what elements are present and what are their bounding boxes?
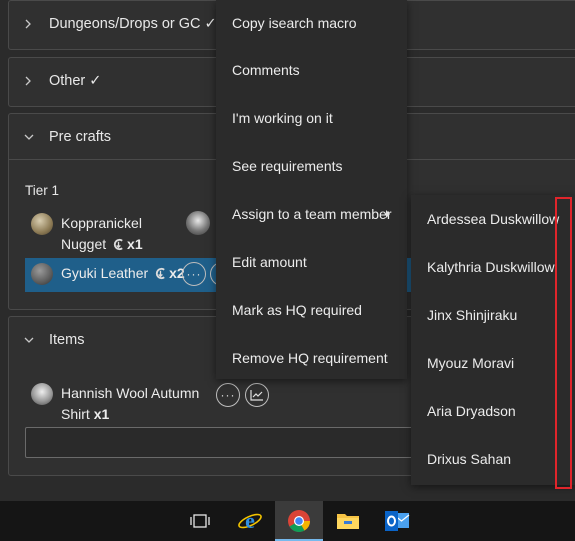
chevron-down-icon	[23, 132, 49, 142]
member-drixus[interactable]: Drixus Sahan	[411, 435, 575, 483]
member-myouz[interactable]: Myouz Moravi	[411, 339, 575, 387]
more-button[interactable]: ···	[182, 262, 206, 286]
member-name: Jinx Shinjiraku	[427, 307, 518, 323]
chrome-icon[interactable]	[275, 501, 323, 541]
menu-item-working-on-it[interactable]: I'm working on it	[216, 94, 407, 142]
menu-item-see-requirements[interactable]: See requirements	[216, 142, 407, 190]
item-name-line1: Koppranickel	[61, 215, 142, 231]
item-name: Gyuki Leather x2	[61, 263, 185, 284]
more-dots: ···	[186, 267, 202, 281]
item-name: Hannish Wool Autumn Shirt x1	[61, 383, 199, 425]
chevron-down-icon	[23, 335, 49, 345]
menu-item-label: Comments	[232, 62, 300, 78]
member-ardessea[interactable]: Ardessea Duskwillow	[411, 195, 575, 243]
leather-icon	[31, 263, 53, 285]
menu-item-label: Remove HQ requirement	[232, 350, 388, 366]
menu-item-remove-hq[interactable]: Remove HQ requirement	[216, 334, 407, 382]
menu-item-label: Assign to a team member	[232, 206, 392, 222]
context-menu: Copy isearch macro Comments I'm working …	[216, 0, 407, 379]
member-kalythria[interactable]: Kalythria Duskwillow	[411, 243, 575, 291]
chart-icon	[250, 390, 263, 401]
section-items-label: Items	[49, 332, 85, 348]
member-aria[interactable]: Aria Dryadson	[411, 387, 575, 435]
menu-item-assign-member[interactable]: Assign to a team member	[216, 190, 407, 238]
list-item[interactable]: Koppranickel Nugget x1	[31, 213, 143, 255]
chevron-right-icon	[23, 75, 49, 87]
item-name-line1: Hannish Wool Autumn	[61, 385, 200, 401]
more-dots: ···	[220, 388, 236, 402]
item-name: Koppranickel Nugget x1	[61, 213, 143, 255]
menu-item-mark-hq[interactable]: Mark as HQ required	[216, 286, 407, 334]
section-other-label: Other ✓	[49, 73, 102, 89]
internet-explorer-icon[interactable]: e	[226, 501, 274, 541]
chart-button[interactable]	[245, 383, 269, 407]
item-qty: x1	[127, 236, 143, 252]
menu-item-comments[interactable]: Comments	[216, 46, 407, 94]
menu-item-label: Mark as HQ required	[232, 302, 362, 318]
hq-icon	[113, 238, 123, 251]
section-dungeons-label: Dungeons/Drops or GC ✓	[49, 16, 217, 32]
member-name: Kalythria Duskwillow	[427, 259, 555, 275]
outlook-icon[interactable]	[373, 501, 421, 541]
shirt-icon	[31, 383, 53, 405]
team-member-submenu: Ardessea Duskwillow Kalythria Duskwillow…	[411, 195, 575, 485]
member-name: Aria Dryadson	[427, 403, 516, 419]
more-button[interactable]: ···	[216, 383, 240, 407]
menu-item-label: Edit amount	[232, 254, 307, 270]
nugget-icon	[31, 213, 53, 235]
item-name-line1: Gyuki Leather	[61, 265, 149, 281]
menu-item-label: I'm working on it	[232, 110, 333, 126]
submenu-caret-icon	[386, 210, 390, 218]
svg-text:e: e	[245, 509, 255, 533]
list-item[interactable]: Gyuki Leather x2	[31, 263, 185, 285]
app-window: Dungeons/Drops or GC ✓ Other ✓ Pre craft…	[0, 0, 575, 541]
section-precrafts-label: Pre crafts	[49, 129, 112, 145]
comment-input[interactable]	[25, 427, 425, 458]
member-name: Drixus Sahan	[427, 451, 512, 467]
member-jinx[interactable]: Jinx Shinjiraku	[411, 291, 575, 339]
tier-label: Tier 1	[25, 183, 60, 198]
crafter-avatar	[186, 211, 210, 235]
member-name: Myouz Moravi	[427, 355, 515, 371]
file-explorer-icon[interactable]	[324, 501, 372, 541]
menu-item-label: See requirements	[232, 158, 343, 174]
member-name: Ardessea Duskwillow	[427, 211, 560, 227]
highlight-box	[555, 197, 572, 489]
menu-item-copy-isearch[interactable]: Copy isearch macro	[216, 0, 407, 46]
list-item[interactable]: Hannish Wool Autumn Shirt x1	[31, 383, 199, 425]
chevron-right-icon	[23, 18, 49, 30]
menu-item-edit-amount[interactable]: Edit amount	[216, 238, 407, 286]
item-qty: x1	[93, 406, 110, 422]
task-view-icon[interactable]	[176, 501, 224, 541]
item-name-line2: Nugget	[61, 236, 107, 252]
menu-item-label: Copy isearch macro	[232, 15, 357, 31]
hq-icon	[155, 267, 165, 280]
taskbar: e	[0, 501, 575, 541]
item-name-line2: Shirt	[61, 406, 90, 422]
